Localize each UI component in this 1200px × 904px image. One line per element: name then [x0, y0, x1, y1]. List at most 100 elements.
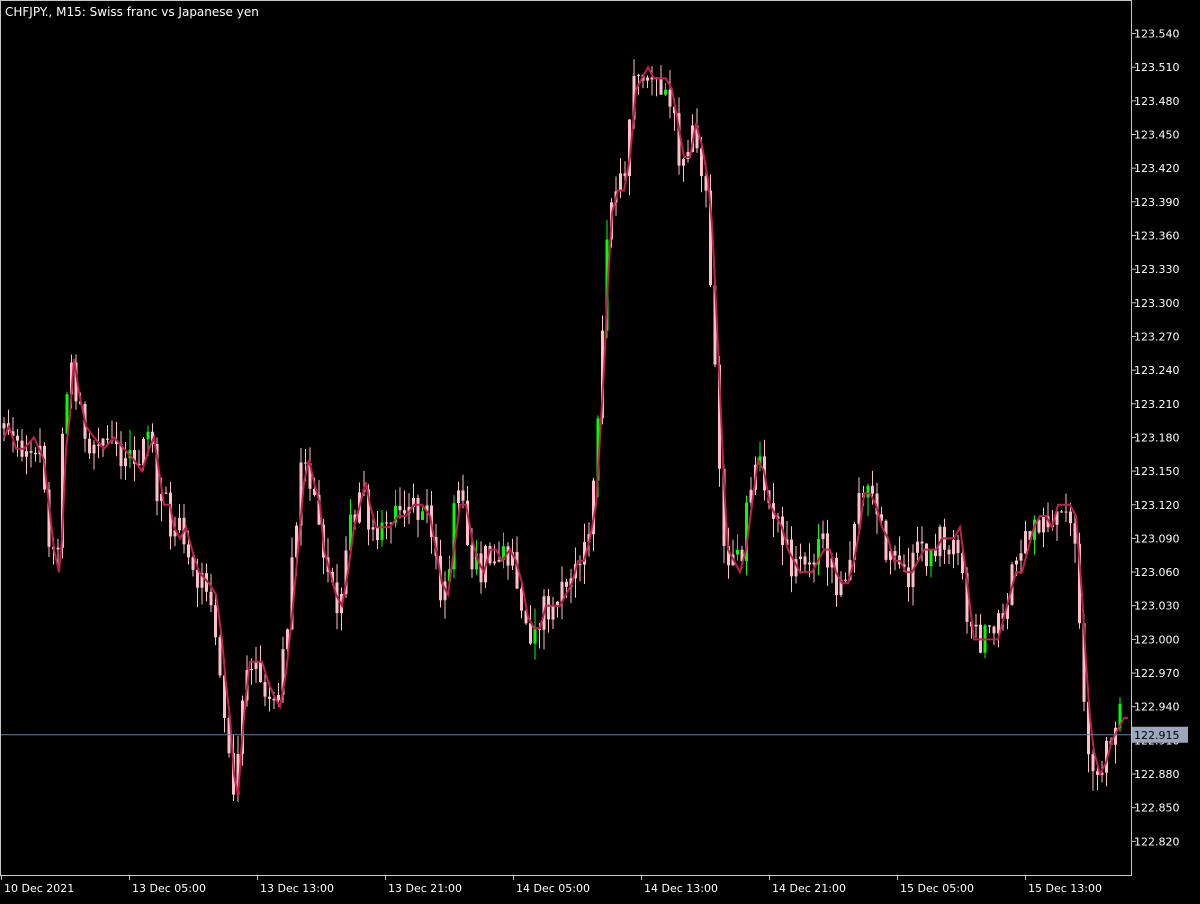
- candle-body: [1060, 511, 1063, 513]
- candle-body: [1042, 516, 1045, 533]
- candle-body: [916, 541, 919, 553]
- candle-body: [421, 511, 424, 520]
- y-tick-label: 122.970: [1134, 667, 1180, 680]
- y-tick-label: 122.820: [1134, 835, 1180, 848]
- candle-body: [34, 452, 37, 455]
- candle-body: [259, 660, 262, 683]
- y-tick-label: 123.390: [1134, 196, 1180, 209]
- candle-body: [934, 549, 937, 557]
- candle-body: [812, 562, 816, 565]
- candle-body: [619, 173, 622, 192]
- candle-body: [416, 497, 420, 520]
- candle-body: [106, 438, 109, 440]
- y-tick-label: 123.450: [1134, 129, 1180, 142]
- x-tick-label: 10 Dec 2021: [4, 882, 74, 895]
- candle-body: [1091, 754, 1095, 772]
- candle-body: [497, 559, 501, 562]
- x-tick-label: 14 Dec 13:00: [644, 882, 718, 895]
- candle-body: [871, 485, 874, 494]
- candle-body: [659, 77, 663, 95]
- candle-body: [529, 623, 532, 644]
- candle-body: [565, 581, 568, 587]
- candle-body: [218, 637, 222, 676]
- candle-body: [799, 556, 802, 560]
- candle-body: [470, 545, 474, 570]
- chart-window[interactable]: 123.540 123.510 123.480 123.450 123.420 123.3…: [0, 0, 1200, 900]
- candle-body: [16, 435, 19, 441]
- candle-body: [682, 158, 685, 166]
- candle-body: [25, 451, 28, 457]
- y-tick-label: 123.510: [1134, 61, 1180, 74]
- candle-body: [92, 444, 96, 454]
- x-tick-label: 15 Dec 05:00: [900, 882, 974, 895]
- candle-body: [551, 606, 555, 620]
- candle-body: [925, 543, 928, 567]
- candle-body: [956, 540, 960, 554]
- candle-body: [398, 506, 402, 511]
- candle-body: [403, 510, 406, 514]
- candle-body: [893, 551, 897, 556]
- candle-body: [992, 626, 996, 634]
- candle-body: [164, 492, 168, 494]
- y-tick-label: 123.210: [1134, 398, 1180, 411]
- y-tick-label: 123.180: [1134, 431, 1180, 444]
- candle-body: [380, 522, 384, 541]
- y-tick-label: 123.360: [1134, 229, 1180, 242]
- candle-body: [646, 77, 649, 81]
- x-tick-label: 13 Dec 05:00: [132, 882, 206, 895]
- y-tick-label: 122.880: [1134, 768, 1180, 781]
- candle-body: [214, 605, 217, 638]
- candle-body: [263, 682, 267, 697]
- y-tick-label: 123.150: [1134, 465, 1180, 478]
- candle-body: [493, 561, 496, 564]
- candle-body: [277, 694, 280, 701]
- candle-body: [304, 462, 307, 464]
- x-tick-label: 13 Dec 13:00: [260, 882, 334, 895]
- candle-body: [29, 451, 33, 453]
- y-tick-label: 123.270: [1134, 330, 1180, 343]
- candle-body: [146, 431, 150, 439]
- candle-body: [637, 74, 640, 76]
- candle-body: [457, 490, 460, 504]
- candle-body: [844, 579, 847, 581]
- candle-body: [803, 556, 807, 565]
- candle-body: [506, 546, 510, 566]
- candle-body: [947, 549, 951, 555]
- candle-body: [821, 533, 825, 540]
- candle-body: [101, 438, 105, 446]
- x-tick-label: 13 Dec 21:00: [388, 882, 462, 895]
- candle-body: [664, 89, 667, 95]
- candle-body: [808, 562, 811, 565]
- y-tick-label: 123.480: [1134, 95, 1180, 108]
- y-tick-label: 123.000: [1134, 633, 1180, 646]
- candle: [218, 634, 222, 678]
- candle-body: [56, 547, 60, 550]
- candle-body: [1024, 531, 1027, 554]
- candle-body: [2, 423, 6, 429]
- y-tick-label: 123.330: [1134, 263, 1180, 276]
- x-tick-label: 14 Dec 05:00: [516, 882, 590, 895]
- candle-body: [187, 544, 190, 558]
- y-tick-label: 123.060: [1134, 566, 1180, 579]
- candle-body: [1069, 511, 1072, 524]
- candle-body: [461, 490, 465, 501]
- candle-body: [1064, 511, 1068, 513]
- candle-body: [974, 624, 978, 627]
- candle-body: [1015, 560, 1018, 565]
- candle-body: [376, 527, 379, 541]
- candle-body: [124, 458, 127, 467]
- candle-body: [209, 591, 213, 606]
- candle-body: [250, 668, 253, 671]
- current-price-label: 122.915: [1134, 729, 1180, 742]
- candle-body: [907, 567, 910, 588]
- candle-body: [920, 541, 924, 544]
- x-tick-label: 15 Dec 13:00: [1028, 882, 1102, 895]
- candle-body: [578, 564, 582, 566]
- candle-body: [866, 485, 870, 498]
- y-tick-label: 123.120: [1134, 499, 1180, 512]
- candle-body: [268, 696, 271, 699]
- candle-body: [178, 517, 181, 531]
- y-tick-label: 123.090: [1134, 532, 1180, 545]
- y-tick-label: 123.240: [1134, 364, 1180, 377]
- price-chart[interactable]: 123.540 123.510 123.480 123.450 123.420 123.3…: [0, 0, 1200, 900]
